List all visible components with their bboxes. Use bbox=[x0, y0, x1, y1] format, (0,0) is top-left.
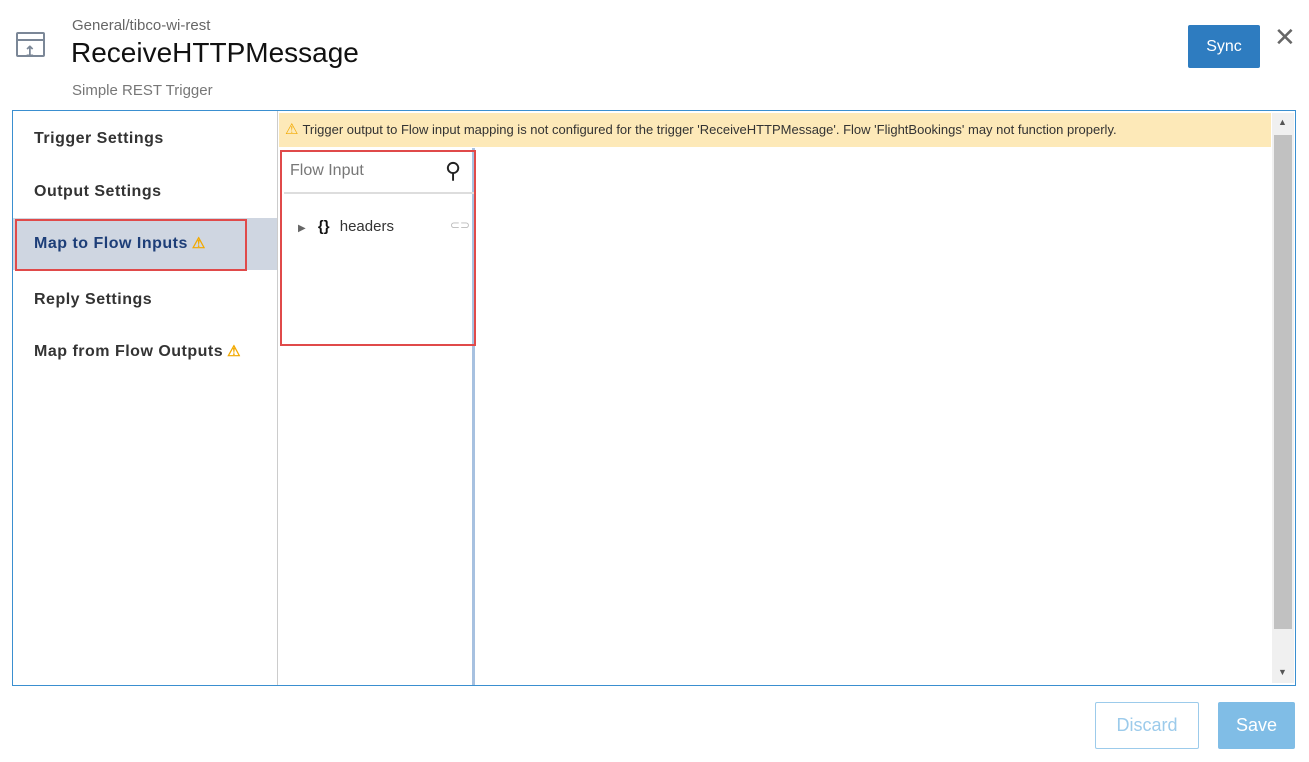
close-icon[interactable]: ✕ bbox=[1274, 22, 1296, 53]
save-button[interactable]: Save bbox=[1218, 702, 1295, 749]
warning-banner: ⚠ Trigger output to Flow input mapping is… bbox=[279, 113, 1271, 147]
warning-icon: ⚠ bbox=[227, 343, 242, 360]
warning-icon: ⚠ bbox=[285, 121, 299, 138]
nav-label: Reply Settings bbox=[34, 291, 153, 308]
nav-item-output-settings[interactable]: Output Settings bbox=[13, 166, 277, 218]
nav-label: Map from Flow Outputs bbox=[34, 343, 224, 360]
flow-input-highlight: Flow Input ⚲ ▶ {} headers ⊂⊃ bbox=[280, 150, 476, 346]
selection-highlight bbox=[15, 219, 247, 271]
scrollbar-thumb[interactable] bbox=[1274, 135, 1292, 629]
breadcrumb: General/tibco-wi-rest bbox=[72, 17, 211, 34]
nav-item-reply-settings[interactable]: Reply Settings bbox=[13, 274, 277, 326]
nav-item-trigger-settings[interactable]: Trigger Settings bbox=[13, 113, 277, 165]
settings-nav: Trigger Settings Output Settings Map to … bbox=[13, 111, 278, 685]
link-icon[interactable]: ⊂⊃ bbox=[450, 218, 470, 232]
scroll-up-icon[interactable]: ▲ bbox=[1278, 117, 1287, 127]
trigger-icon: ↥ bbox=[16, 32, 45, 59]
flow-input-pane: Flow Input ⚲ ▶ {} headers ⊂⊃ bbox=[280, 148, 476, 685]
scroll-down-icon[interactable]: ▼ bbox=[1278, 667, 1287, 677]
banner-text: Trigger output to Flow input mapping is … bbox=[302, 122, 1117, 137]
discard-button[interactable]: Discard bbox=[1095, 702, 1199, 749]
page-subtitle: Simple REST Trigger bbox=[72, 82, 213, 99]
divider bbox=[284, 192, 474, 194]
settings-panel: Trigger Settings Output Settings Map to … bbox=[12, 110, 1296, 686]
search-icon[interactable]: ⚲ bbox=[445, 158, 461, 184]
flow-input-search[interactable]: Flow Input bbox=[290, 162, 364, 180]
tree-label: headers bbox=[339, 218, 394, 235]
sync-button[interactable]: Sync bbox=[1188, 25, 1260, 68]
nav-label: Trigger Settings bbox=[34, 130, 164, 147]
nav-item-map-from-flow-outputs[interactable]: Map from Flow Outputs ⚠ bbox=[13, 326, 277, 378]
tree-item-headers[interactable]: ▶ {} headers ⊂⊃ bbox=[298, 218, 470, 235]
page-title: ReceiveHTTPMessage bbox=[71, 37, 359, 68]
expand-icon[interactable]: ▶ bbox=[298, 223, 306, 234]
scrollbar[interactable]: ▲ ▼ bbox=[1272, 113, 1294, 683]
object-icon: {} bbox=[317, 218, 330, 235]
nav-label: Output Settings bbox=[34, 183, 162, 200]
